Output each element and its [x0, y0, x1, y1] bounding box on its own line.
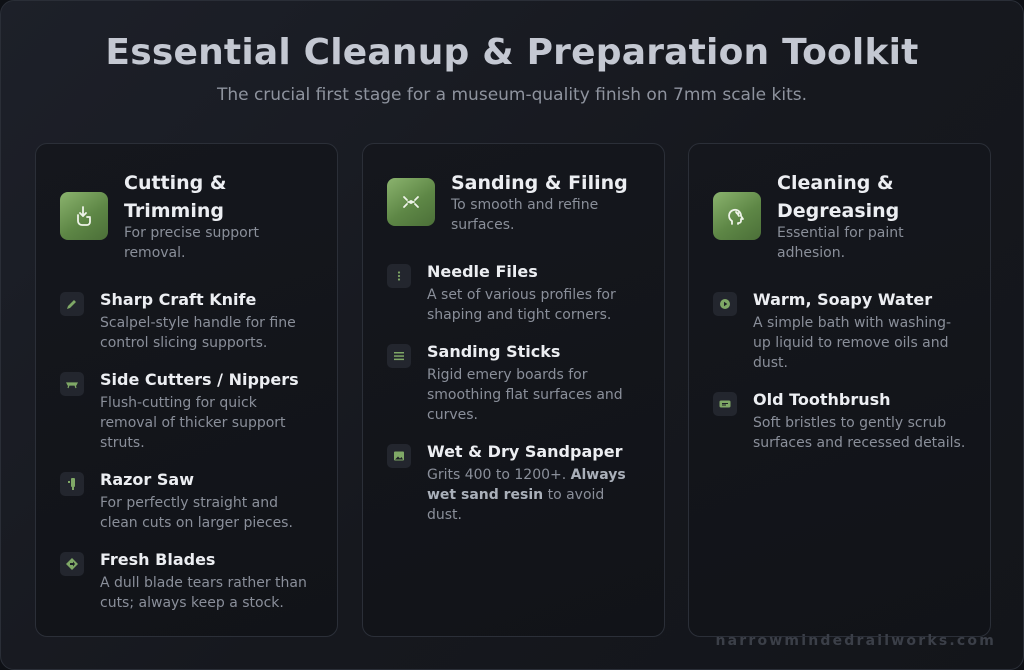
page-title: Essential Cleanup & Preparation Toolkit	[105, 32, 919, 73]
item-description: For perfectly straight and clean cuts on…	[100, 495, 293, 531]
item-title: Sharp Craft Knife	[100, 290, 257, 309]
card-heading: Cutting & Trimming	[124, 172, 227, 222]
item-title: Old Toothbrush	[753, 390, 891, 409]
image-icon	[387, 444, 411, 468]
play-circle-icon	[713, 292, 737, 316]
item-description: Soft bristles to gently scrub surfaces a…	[753, 415, 966, 451]
item-description: A set of various profiles for shaping an…	[427, 287, 616, 323]
card-cleaning-degreasing: Cleaning & Degreasing Essential for pain…	[688, 143, 991, 637]
scatter-arrows-icon	[387, 178, 435, 226]
card-subheading: To smooth and refine surfaces.	[451, 197, 599, 233]
item-description: Scalpel-style handle for fine control sl…	[100, 315, 296, 351]
item-title: Needle Files	[427, 262, 538, 281]
card-heading: Cleaning & Degreasing	[777, 172, 900, 222]
card-cutting-trimming: Cutting & Trimming For precise support r…	[35, 143, 338, 637]
item-title: Fresh Blades	[100, 550, 216, 569]
card-subheading: Essential for paint adhesion.	[777, 225, 904, 261]
item-title: Side Cutters / Nippers	[100, 370, 299, 389]
site-footer: narrowmindedrailworks.com	[715, 633, 996, 649]
page-subtitle: The crucial first stage for a museum-qua…	[216, 85, 808, 105]
item-description: Flush-cutting for quick removal of thick…	[100, 395, 286, 451]
item-description: Grits 400 to 1200+. Always wet sand resi…	[427, 467, 626, 523]
item-description: Rigid emery boards for smoothing flat su…	[427, 367, 623, 423]
item-description: A dull blade tears rather than cuts; alw…	[100, 575, 307, 611]
card-subheading: For precise support removal.	[124, 225, 259, 261]
cutters-icon	[60, 372, 84, 396]
item-description: A simple bath with washing-up liquid to …	[753, 315, 952, 371]
item-title: Sanding Sticks	[427, 342, 561, 361]
card-sanding-filing: Sanding & Filing To smooth and refine su…	[362, 143, 665, 637]
item-title: Warm, Soapy Water	[753, 290, 933, 309]
item-title: Wet & Dry Sandpaper	[427, 442, 623, 461]
pencil-icon	[60, 292, 84, 316]
card-heading: Sanding & Filing	[451, 172, 628, 194]
brush-icon	[713, 392, 737, 416]
hand-pointer-icon	[60, 192, 108, 240]
item-title: Razor Saw	[100, 470, 194, 489]
dots-vertical-icon	[387, 264, 411, 288]
head-sparkle-icon	[713, 192, 761, 240]
arrow-diamond-icon	[60, 552, 84, 576]
bars-icon	[387, 344, 411, 368]
saw-icon	[60, 472, 84, 496]
toolkit-panel: Essential Cleanup & Preparation Toolkit …	[0, 0, 1024, 670]
